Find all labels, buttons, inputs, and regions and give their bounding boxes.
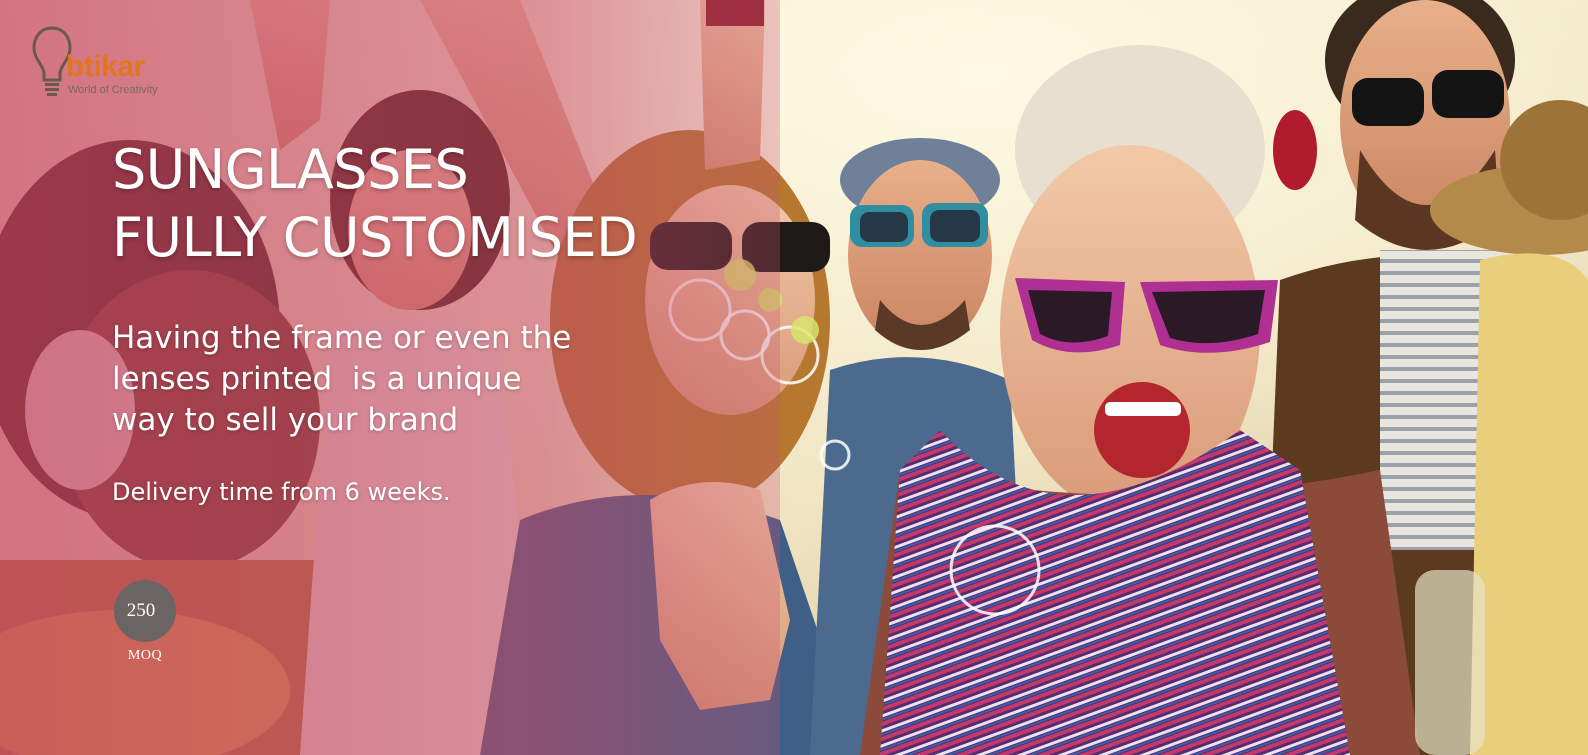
hero-description: Having the frame or even the lenses prin… [112,318,582,441]
logo-wordmark: btikar [66,50,145,83]
page-title: SUNGLASSES FULLY CUSTOMISED [112,136,638,272]
description-line: way to sell your brand [112,402,459,438]
moq-badge: 250 [114,580,176,642]
hero-banner: btikar World of Creativity SUNGLASSES FU… [0,0,1588,755]
delivery-time: Delivery time from 6 weeks. [112,478,451,506]
description-line: lenses printed is a unique [112,361,522,397]
moq-label: MOQ [127,648,163,663]
headline-line: FULLY CUSTOMISED [112,206,638,269]
brand-logo[interactable]: btikar World of Creativity [30,22,180,102]
moq-value: 250 [126,600,156,621]
description-line: Having the frame or even the [112,320,572,356]
logo-tagline: World of Creativity [68,84,158,96]
headline-line: SUNGLASSES [112,138,469,201]
